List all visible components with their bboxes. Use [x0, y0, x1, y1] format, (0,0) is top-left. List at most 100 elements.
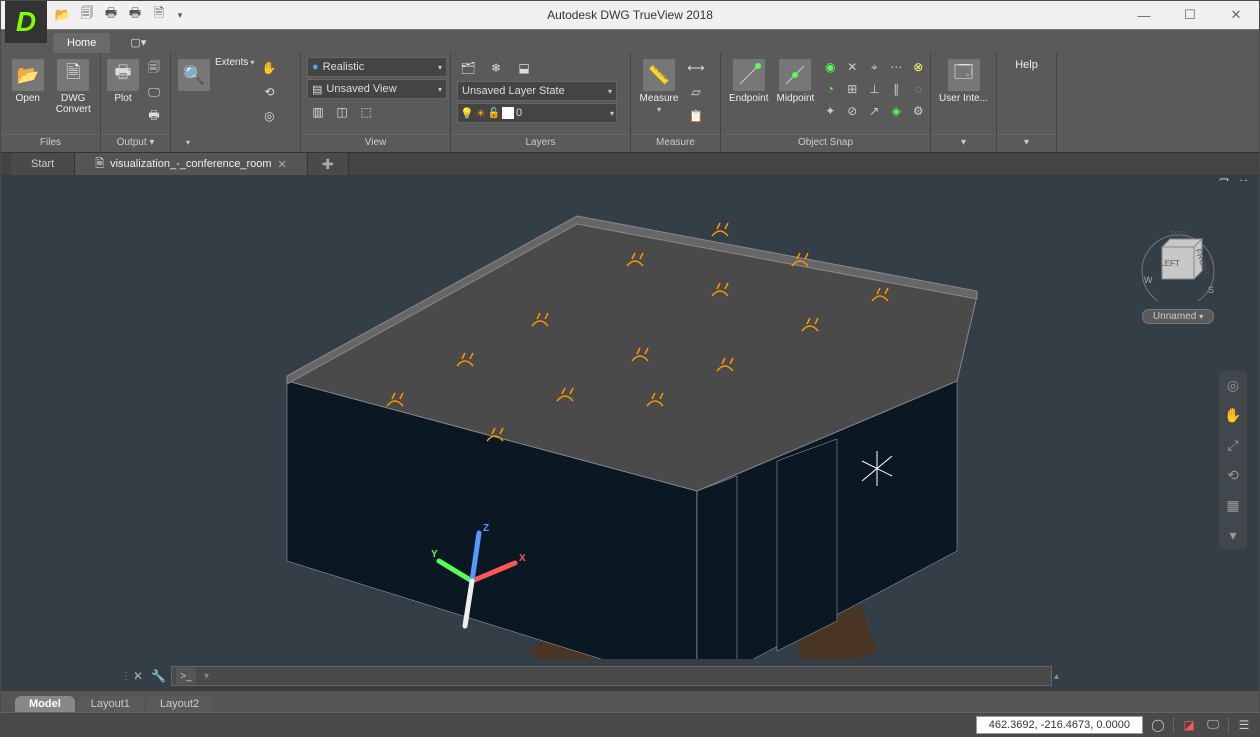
viewport-button[interactable]: ⬚ — [355, 101, 377, 123]
osnap-geometric-button[interactable]: ◈ — [886, 101, 906, 121]
endpoint-button[interactable]: Endpoint — [727, 57, 770, 106]
svg-text:X: X — [519, 553, 526, 564]
viewcube-label[interactable]: Unnamed ▾ — [1142, 309, 1214, 324]
chevron-down-icon: ▾ — [250, 58, 254, 67]
distance-button[interactable]: ⟷ — [685, 57, 707, 79]
nav-wheel-button[interactable]: ◎ — [1223, 375, 1243, 395]
steering-wheel-button[interactable]: ◎ — [258, 105, 280, 127]
page-setup-button[interactable]: 🖶 — [143, 105, 165, 127]
osnap-quadrant-button[interactable]: ◔ — [820, 79, 840, 99]
app-menu-button[interactable]: D — [5, 1, 47, 43]
osnap-tangent-button[interactable]: ◌ — [908, 79, 928, 99]
filetab-close-icon[interactable]: ✕ — [278, 158, 287, 171]
layer-freeze-button[interactable]: ❄ — [485, 57, 507, 79]
tab-addins[interactable]: ▢▾ — [116, 32, 160, 53]
status-bar: 462.3692, -216.4673, 0.0000 ◯ ◪ 🖵 ☰ — [1, 712, 1259, 736]
layer-off-button[interactable]: ⬓ — [513, 57, 535, 79]
area-button[interactable]: ▱ — [685, 81, 707, 103]
layouttab-layout1[interactable]: Layout1 — [77, 696, 144, 712]
svg-text:LEFT: LEFT — [1160, 259, 1180, 268]
current-layer-dropdown[interactable]: 💡 ☀ 🔓 0 ▾ — [457, 103, 617, 123]
measure-button[interactable]: 📏 Measure ▾ — [637, 57, 681, 117]
osnap-parallel-button[interactable]: ∥ — [886, 79, 906, 99]
list-button[interactable]: 📋 — [685, 105, 707, 127]
nav-orbit-button[interactable]: ⟲ — [1223, 465, 1243, 485]
model-viewport[interactable]: X Y Z TOP LEFT FRONT W S Unnamed ▾ ◎ ✋ ⤢ — [7, 181, 1253, 659]
command-input[interactable]: >_ ▾ — [171, 666, 1052, 686]
qat-plot-icon[interactable]: 🗐 — [77, 5, 97, 25]
osnap-apparent-button[interactable]: ⌖ — [864, 57, 884, 77]
viewcube-icon[interactable]: TOP LEFT FRONT W S — [1138, 221, 1218, 301]
osnap-insert-button[interactable]: ⊞ — [842, 79, 862, 99]
viewcube[interactable]: TOP LEFT FRONT W S Unnamed ▾ — [1133, 221, 1223, 331]
maximize-button[interactable]: ☐ — [1167, 1, 1213, 29]
osnap-none-button[interactable]: ⊘ — [842, 101, 862, 121]
filetab-start[interactable]: Start — [11, 153, 75, 175]
pan-button[interactable]: ✋ — [258, 57, 280, 79]
midpoint-button[interactable]: Midpoint — [774, 57, 816, 106]
osnap-perpendicular-button[interactable]: ⊥ — [864, 79, 884, 99]
layer-state-dropdown[interactable]: Unsaved Layer State ▾ — [457, 81, 617, 101]
layouttab-model[interactable]: Model — [15, 696, 75, 712]
filetab-active[interactable]: 🗎 visualization_-_conference_room ✕ — [75, 153, 308, 175]
user-interface-button[interactable]: 🗔 User Inte... — [937, 57, 990, 106]
panel-files: 📂 Open 🗎 DWG Convert Files — [1, 53, 101, 152]
named-view-dropdown[interactable]: ▤Unsaved View ▾ — [307, 79, 447, 99]
viewport-config-button[interactable]: ◫ — [331, 101, 353, 123]
view-manager-button[interactable]: ▥ — [307, 101, 329, 123]
pan-dropdown[interactable]: ▾ — [177, 131, 199, 153]
lightbulb-icon: 💡 — [460, 107, 474, 120]
qat-print-preview-icon[interactable]: 🖶 — [125, 5, 145, 25]
coordinates-display[interactable]: 462.3692, -216.4673, 0.0000 — [976, 716, 1143, 734]
panel-title-ui[interactable]: ▾ — [931, 134, 996, 152]
orbit-button[interactable]: ⟲ — [258, 81, 280, 103]
cmd-close-button[interactable]: ✕ — [133, 669, 149, 683]
qat-open-icon[interactable]: 📂 — [53, 5, 73, 25]
file-tabs: Start 🗎 visualization_-_conference_room … — [1, 153, 1259, 175]
extents-split-button[interactable]: Extents ▾ — [215, 57, 254, 68]
open-button[interactable]: 📂 Open — [7, 57, 49, 106]
qat-batch-plot-icon[interactable]: 🗎 — [149, 5, 169, 25]
osnap-nearest-button[interactable]: ✦ — [820, 101, 840, 121]
cmd-customize-button[interactable]: 🔧 — [151, 669, 169, 683]
osnap-extension-button[interactable]: ⋯ — [886, 57, 906, 77]
dwg-convert-button[interactable]: 🗎 DWG Convert — [53, 57, 95, 117]
nav-customize-button[interactable]: ▾ — [1223, 525, 1243, 545]
visual-style-dropdown[interactable]: ●Realistic ▾ — [307, 57, 447, 77]
status-customize-button[interactable]: ☰ — [1235, 716, 1253, 734]
zoom-extents-button[interactable]: 🔍 — [177, 57, 211, 93]
layouttab-layout2[interactable]: Layout2 — [146, 696, 213, 712]
folder-icon: 📂 — [12, 59, 44, 91]
panel-title-help[interactable]: ▾ — [997, 134, 1056, 152]
tab-home[interactable]: Home — [53, 33, 110, 53]
help-button[interactable]: Help — [1015, 59, 1038, 71]
osnap-node-button[interactable]: ⊗ — [908, 57, 928, 77]
cmd-recent-icon[interactable]: ▴ — [1054, 671, 1059, 682]
qat-print-icon[interactable]: 🖶 — [101, 5, 121, 25]
close-button[interactable]: ✕ — [1213, 1, 1259, 29]
osnap-center-button[interactable]: ◉ — [820, 57, 840, 77]
nav-showmotion-button[interactable]: ▦ — [1223, 495, 1243, 515]
batch-plot-button[interactable]: 🗐 — [143, 57, 165, 79]
status-isolate-button[interactable]: ◪ — [1180, 716, 1198, 734]
osnap-from-button[interactable]: ↗ — [864, 101, 884, 121]
cmd-grip-icon[interactable]: ⋮⋮ — [121, 671, 131, 682]
drawing-icon: 🗎 — [95, 155, 104, 174]
status-hardware-button[interactable]: 🖵 — [1204, 716, 1222, 734]
nav-zoom-button[interactable]: ⤢ — [1223, 435, 1243, 455]
qat-customize-icon[interactable]: ▾ — [173, 5, 187, 25]
chevron-down-icon: ▾ — [204, 671, 209, 682]
camera-icon: ▤ — [312, 83, 322, 96]
plot-button[interactable]: 🖶 Plot — [107, 57, 139, 106]
osnap-settings-button[interactable]: ⚙ — [908, 101, 928, 121]
status-model-button[interactable]: ◯ — [1149, 716, 1167, 734]
minimize-button[interactable]: — — [1121, 1, 1167, 29]
layer-properties-button[interactable]: 🗂 — [457, 57, 479, 79]
panel-user-interface: 🗔 User Inte... ▾ — [931, 53, 997, 152]
app-logo-icon: D — [16, 6, 36, 38]
chevron-down-icon: ▾ — [608, 87, 612, 96]
osnap-intersection-button[interactable]: ✕ — [842, 57, 862, 77]
filetab-new-button[interactable]: ✚ — [308, 153, 349, 175]
plot-preview-button[interactable]: 🖵 — [143, 81, 165, 103]
nav-pan-button[interactable]: ✋ — [1223, 405, 1243, 425]
